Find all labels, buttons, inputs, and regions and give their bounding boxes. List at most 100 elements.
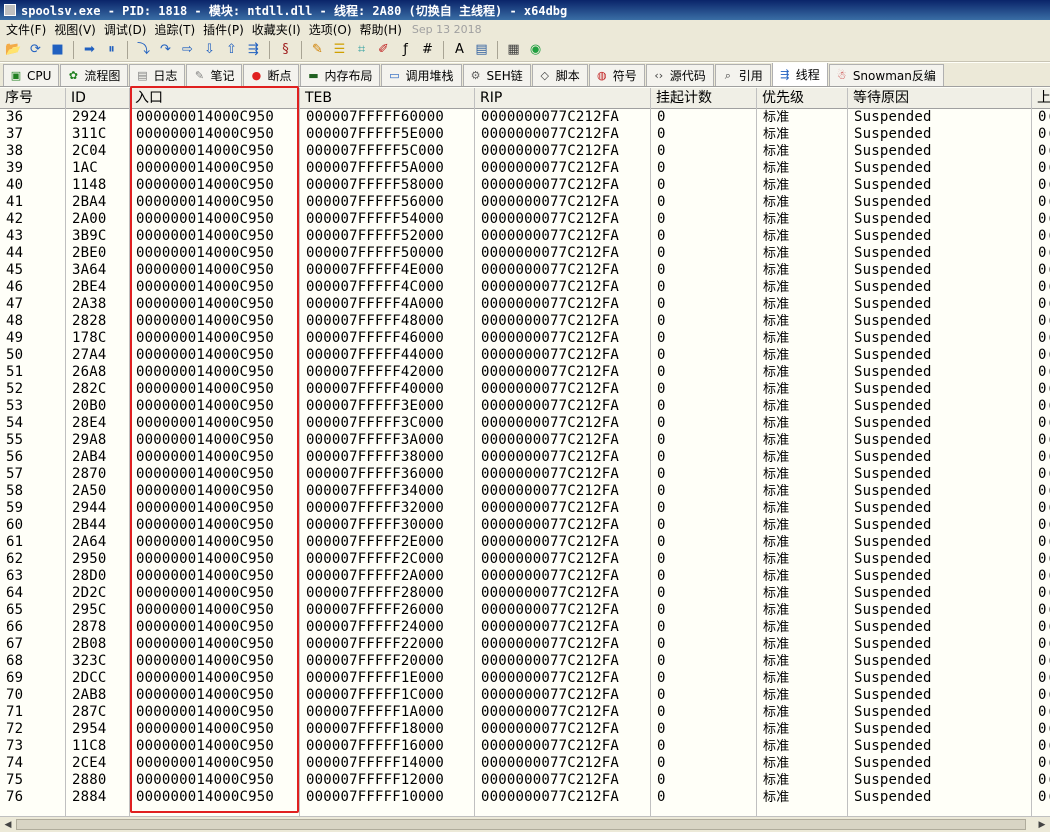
tab-7[interactable]: ⚙ SEH链 (462, 64, 531, 86)
tab-5[interactable]: ▬ 内存布局 (300, 64, 381, 86)
run-icon[interactable]: ➡ (80, 40, 99, 59)
step-over-icon[interactable]: ↷ (156, 40, 175, 59)
column-header-8[interactable]: 上 (1032, 88, 1050, 109)
tab-10[interactable]: ‹› 源代码 (645, 64, 714, 86)
tab-2[interactable]: ▤ 日志 (129, 64, 186, 86)
web-icon[interactable]: ◉ (526, 40, 545, 59)
tab-1[interactable]: ✿ 流程图 (60, 64, 129, 86)
table-row[interactable]: 62 2950 000000014000C950 000007FFFFF2C000 00… (0, 551, 1050, 568)
table-row[interactable]: 53 20B0 000000014000C950 000007FFFFF3E000 00… (0, 398, 1050, 415)
table-row[interactable]: 76 2884 000000014000C950 000007FFFFF10000 00… (0, 789, 1050, 806)
column-header-1[interactable]: ID (66, 88, 130, 109)
column-header-3[interactable]: TEB (300, 88, 475, 109)
table-row[interactable]: 45 3A64 000000014000C950 000007FFFFF4E000 00… (0, 262, 1050, 279)
menu-item-0[interactable]: 文件(F) (4, 21, 52, 38)
pause-icon[interactable]: ⏸ (102, 40, 121, 59)
table-row[interactable]: 63 28D0 000000014000C950 000007FFFFF2A000 00… (0, 568, 1050, 585)
table-row[interactable]: 47 2A38 000000014000C950 000007FFFFF4A000 00… (0, 296, 1050, 313)
trace-over-icon[interactable]: ⇩ (200, 40, 219, 59)
table-row[interactable]: 49 178C 000000014000C950 000007FFFFF46000 00… (0, 330, 1050, 347)
tab-6[interactable]: ▭ 调用堆栈 (381, 64, 462, 86)
table-row[interactable]: 65 295C 000000014000C950 000007FFFFF26000 00… (0, 602, 1050, 619)
table-row[interactable]: 54 28E4 000000014000C950 000007FFFFF3C000 00… (0, 415, 1050, 432)
trace-into-icon[interactable]: ⇨ (178, 40, 197, 59)
table-row[interactable]: 67 2B08 000000014000C950 000007FFFFF22000 00… (0, 636, 1050, 653)
table-row[interactable]: 70 2AB8 000000014000C950 000007FFFFF1C000 00… (0, 687, 1050, 704)
table-row[interactable]: 69 2DCC 000000014000C950 000007FFFFF1E000 00… (0, 670, 1050, 687)
label-icon[interactable]: ⌗ (352, 40, 371, 59)
scroll-right-icon[interactable]: ▶ (1035, 818, 1049, 832)
table-row[interactable]: 56 2AB4 000000014000C950 000007FFFFF38000 00… (0, 449, 1050, 466)
tab-13[interactable]: ☃ Snowman反编 (828, 64, 944, 86)
tab-0[interactable]: ▣ CPU (3, 64, 60, 86)
table-row[interactable]: 64 2D2C 000000014000C950 000007FFFFF28000 00… (0, 585, 1050, 602)
menu-item-6[interactable]: 选项(O) (307, 21, 358, 38)
table-row[interactable]: 52 282C 000000014000C950 000007FFFFF40000 00… (0, 381, 1050, 398)
column-header-7[interactable]: 等待原因 (848, 88, 1032, 109)
calculator-icon[interactable]: ▦ (504, 40, 523, 59)
table-row[interactable]: 55 29A8 000000014000C950 000007FFFFF3A000 00… (0, 432, 1050, 449)
table-row[interactable]: 73 11C8 000000014000C950 000007FFFFF16000 00… (0, 738, 1050, 755)
column-header-2[interactable]: 入口 (130, 88, 300, 109)
table-row[interactable]: 72 2954 000000014000C950 000007FFFFF18000 00… (0, 721, 1050, 738)
table-row[interactable]: 66 2878 000000014000C950 000007FFFFF24000 00… (0, 619, 1050, 636)
table-row[interactable]: 37 311C 000000014000C950 000007FFFFF5E000 00… (0, 126, 1050, 143)
column-header-5[interactable]: 挂起计数 (651, 88, 757, 109)
table-row[interactable]: 43 3B9C 000000014000C950 000007FFFFF52000 00… (0, 228, 1050, 245)
animate-icon[interactable]: ⇶ (244, 40, 263, 59)
hash-icon[interactable]: # (418, 40, 437, 59)
table-row[interactable]: 40 1148 000000014000C950 000007FFFFF58000 00… (0, 177, 1050, 194)
table-row[interactable]: 38 2C04 000000014000C950 000007FFFFF5C000 00… (0, 143, 1050, 160)
table-row[interactable]: 71 287C 000000014000C950 000007FFFFF1A000 00… (0, 704, 1050, 721)
scroll-left-icon[interactable]: ◀ (1, 818, 15, 832)
table-row[interactable]: 46 2BE4 000000014000C950 000007FFFFF4C000 00… (0, 279, 1050, 296)
table-row[interactable]: 44 2BE0 000000014000C950 000007FFFFF50000 00… (0, 245, 1050, 262)
table-row[interactable]: 36 2924 000000014000C950 000007FFFFF60000 00… (0, 109, 1050, 126)
script-icon[interactable]: § (276, 40, 295, 59)
patch-icon[interactable]: ✎ (308, 40, 327, 59)
menu-item-7[interactable]: 帮助(H) (358, 21, 408, 38)
menu-item-5[interactable]: 收藏夹(I) (250, 21, 307, 38)
table-row[interactable]: 50 27A4 000000014000C950 000007FFFFF44000 00… (0, 347, 1050, 364)
table-row[interactable]: 60 2B44 000000014000C950 000007FFFFF30000 00… (0, 517, 1050, 534)
tab-9[interactable]: ◍ 符号 (588, 64, 645, 86)
tab-3[interactable]: ✎ 笔记 (186, 64, 243, 86)
tab-12[interactable]: ⇶ 线程 (771, 63, 828, 86)
table-row[interactable]: 42 2A00 000000014000C950 000007FFFFF54000 00… (0, 211, 1050, 228)
bookmark-icon[interactable]: ✐ (374, 40, 393, 59)
module-icon[interactable]: ▤ (472, 40, 491, 59)
table-row[interactable]: 51 26A8 000000014000C950 000007FFFFF42000 00… (0, 364, 1050, 381)
menu-item-2[interactable]: 调试(D) (102, 21, 153, 38)
menu-item-4[interactable]: 插件(P) (201, 21, 250, 38)
table-row[interactable]: 58 2A50 000000014000C950 000007FFFFF34000 00… (0, 483, 1050, 500)
open-icon[interactable]: 📂 (4, 40, 23, 59)
table-row[interactable]: 68 323C 000000014000C950 000007FFFFF20000 00… (0, 653, 1050, 670)
column-header-6[interactable]: 优先级 (757, 88, 848, 109)
table-row[interactable]: 74 2CE4 000000014000C950 000007FFFFF14000 00… (0, 755, 1050, 772)
table-row[interactable]: 59 2944 000000014000C950 000007FFFFF32000 00… (0, 500, 1050, 517)
table-row[interactable]: 41 2BA4 000000014000C950 000007FFFFF56000 00… (0, 194, 1050, 211)
run-to-user-icon[interactable]: ⇧ (222, 40, 241, 59)
menu-item-1[interactable]: 视图(V) (52, 21, 102, 38)
column-header-4[interactable]: RIP (475, 88, 651, 109)
tab-11[interactable]: ⌕ 引用 (714, 64, 771, 86)
tab-4[interactable]: ● 断点 (243, 64, 300, 86)
column-header-0[interactable]: 序号 (0, 88, 66, 109)
table-row[interactable]: 61 2A64 000000014000C950 000007FFFFF2E000 00… (0, 534, 1050, 551)
function-icon[interactable]: ƒ (396, 40, 415, 59)
table-cell: 0000000077C212FA (481, 177, 620, 193)
comment-icon[interactable]: ☰ (330, 40, 349, 59)
stop-icon[interactable]: ■ (48, 40, 67, 59)
table-cell: 000007FFFFF30000 (306, 517, 445, 533)
restart-icon[interactable]: ⟳ (26, 40, 45, 59)
table-row[interactable]: 48 2828 000000014000C950 000007FFFFF48000 00… (0, 313, 1050, 330)
table-row[interactable]: 57 2870 000000014000C950 000007FFFFF36000 00… (0, 466, 1050, 483)
tab-8[interactable]: ◇ 脚本 (531, 64, 588, 86)
step-into-icon[interactable]: ⤵ (134, 40, 153, 59)
menu-item-3[interactable]: 追踪(T) (152, 21, 201, 38)
font-icon[interactable]: A (450, 40, 469, 59)
table-row[interactable]: 39 1AC 000000014000C950 000007FFFFF5A000 000… (0, 160, 1050, 177)
table-row[interactable]: 75 2880 000000014000C950 000007FFFFF12000 00… (0, 772, 1050, 789)
scroll-thumb[interactable] (16, 819, 1026, 830)
horizontal-scrollbar[interactable]: ◀ ▶ (0, 816, 1050, 832)
